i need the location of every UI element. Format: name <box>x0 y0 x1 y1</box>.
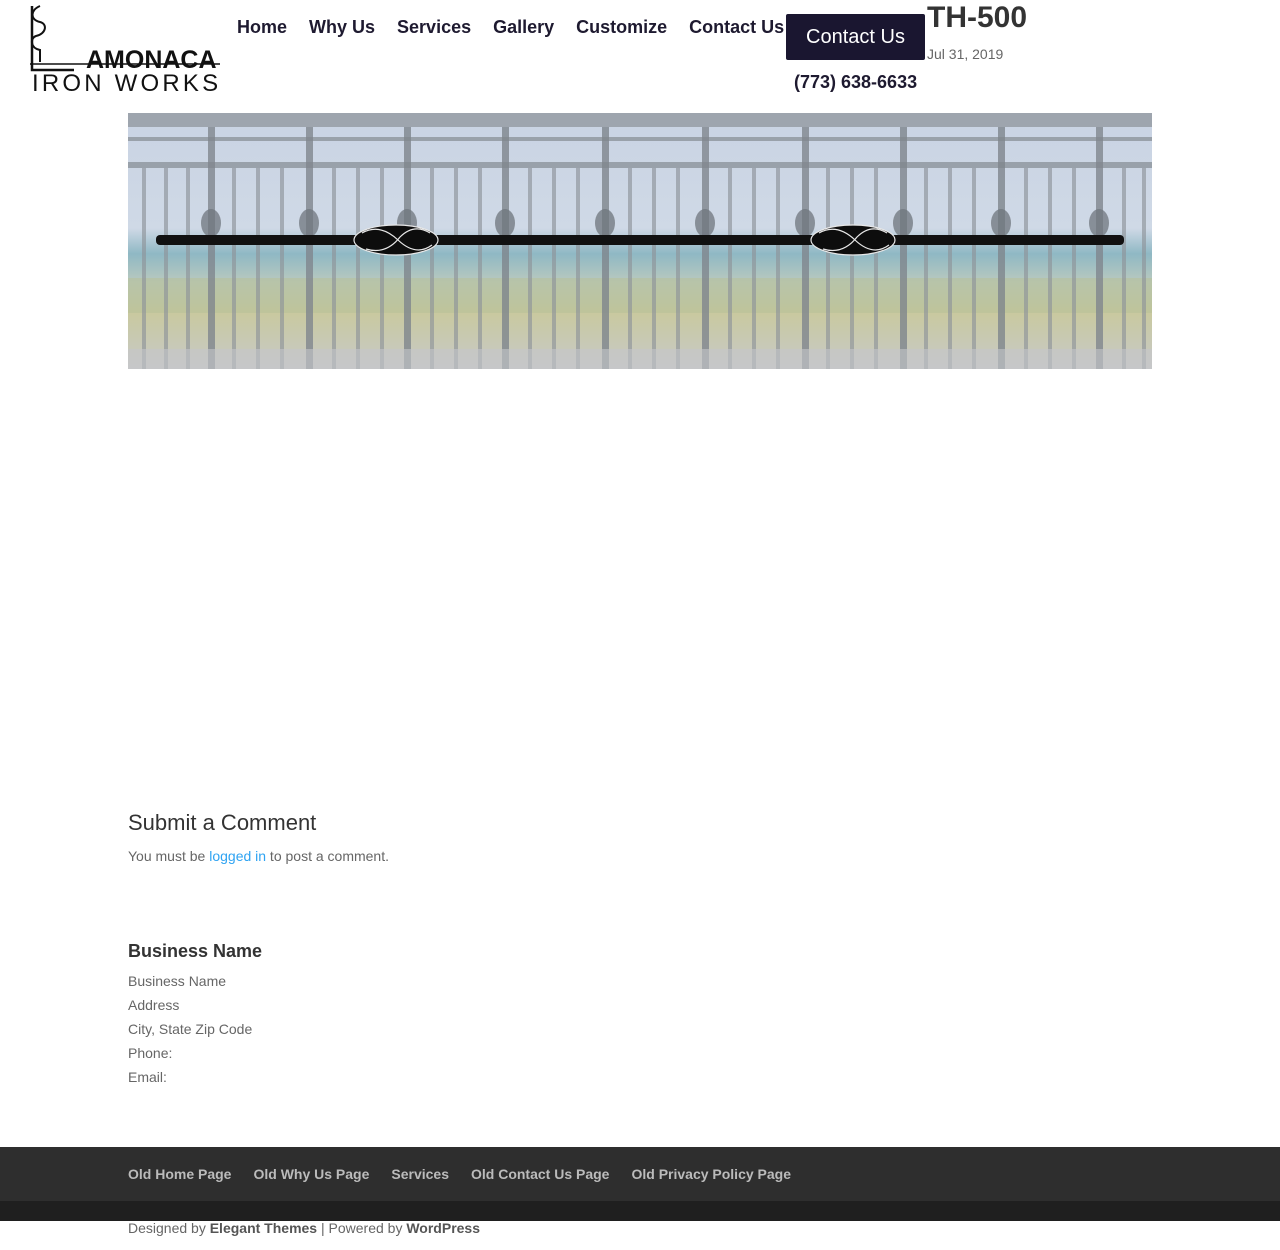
business-email-line: Email: <box>128 1069 167 1085</box>
business-address-line: Address <box>128 997 180 1013</box>
footer-nav: Old Home Page Old Why Us Page Services O… <box>0 1147 1280 1201</box>
business-city-line: City, State Zip Code <box>128 1021 253 1037</box>
footer-bottom-bar <box>0 1201 1280 1221</box>
post-title: TH-500 <box>927 1 1028 34</box>
contact-us-button[interactable]: Contact Us <box>786 14 925 60</box>
business-heading: Business Name <box>128 941 263 961</box>
nav-why-us[interactable]: Why Us <box>309 16 375 38</box>
footer-link-old-contact-us[interactable]: Old Contact Us Page <box>471 1165 609 1183</box>
comments-heading: Submit a Comment <box>128 810 317 835</box>
footer-link-old-home[interactable]: Old Home Page <box>128 1165 231 1183</box>
featured-image <box>128 113 1152 369</box>
nav-services[interactable]: Services <box>397 16 471 38</box>
credits-theme-link[interactable]: Elegant Themes <box>210 1220 317 1236</box>
phone-number[interactable]: (773) 638-6633 <box>794 71 917 93</box>
credits-mid: | Powered by <box>317 1220 407 1236</box>
nav-home[interactable]: Home <box>237 16 287 38</box>
nav-contact-us[interactable]: Contact Us <box>689 16 784 38</box>
logged-in-link[interactable]: logged in <box>209 848 266 864</box>
comments-note-suffix: to post a comment. <box>266 848 389 864</box>
footer-link-old-why-us[interactable]: Old Why Us Page <box>253 1165 369 1183</box>
site-logo[interactable]: AMONACA IRON WORKS <box>28 4 222 94</box>
logo-word-bottom: IRON WORKS <box>32 70 221 94</box>
footer-link-services[interactable]: Services <box>391 1165 449 1183</box>
credits-platform-link[interactable]: WordPress <box>406 1220 480 1236</box>
footer-credits: Designed by Elegant Themes | Powered by … <box>128 1219 480 1237</box>
main-nav: Home Why Us Services Gallery Customize C… <box>237 16 784 38</box>
post-date: Jul 31, 2019 <box>927 46 1004 62</box>
business-name-line: Business Name <box>128 973 227 989</box>
business-info: Business Name Address City, State Zip Co… <box>128 971 252 1091</box>
nav-gallery[interactable]: Gallery <box>493 16 554 38</box>
footer-link-old-privacy-policy[interactable]: Old Privacy Policy Page <box>631 1165 791 1183</box>
business-phone-line: Phone: <box>128 1045 173 1061</box>
credits-prefix: Designed by <box>128 1220 210 1236</box>
comments-note-prefix: You must be <box>128 848 210 864</box>
comments-login-note: You must be logged in to post a comment. <box>128 847 389 865</box>
nav-customize[interactable]: Customize <box>576 16 667 38</box>
